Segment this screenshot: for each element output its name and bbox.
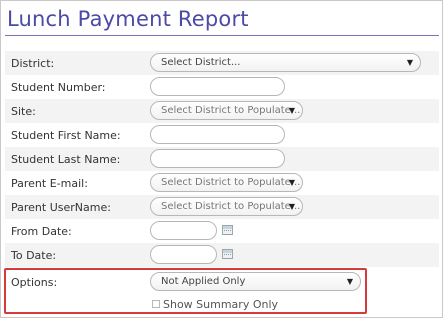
student-first-name-row: Student First Name: xyxy=(5,123,439,148)
site-select-value: Select District to Populate... xyxy=(161,105,301,116)
report-panel: Lunch Payment Report District: Select Di… xyxy=(0,0,443,318)
chevron-down-icon: ▼ xyxy=(288,106,295,115)
to-date-input[interactable] xyxy=(150,245,217,264)
to-date-row: To Date: xyxy=(5,243,439,268)
chevron-down-icon: ▼ xyxy=(288,202,295,211)
parent-username-select[interactable]: Select District to Populate... ▼ xyxy=(150,197,303,216)
parent-email-label: Parent E-mail: xyxy=(11,177,88,190)
parent-email-select[interactable]: Select District to Populate... ▼ xyxy=(150,173,303,192)
district-label: District: xyxy=(11,57,55,70)
student-first-name-label: Student First Name: xyxy=(11,129,121,142)
highlight-box xyxy=(4,268,367,314)
calendar-icon[interactable] xyxy=(222,249,233,259)
page-title: Lunch Payment Report xyxy=(7,7,249,31)
student-last-name-row: Student Last Name: xyxy=(5,147,439,172)
parent-email-row: Parent E-mail: Select District to Popula… xyxy=(5,171,439,196)
site-label: Site: xyxy=(11,105,36,118)
chevron-down-icon: ▼ xyxy=(288,178,295,187)
parent-username-select-value: Select District to Populate... xyxy=(161,201,301,212)
calendar-icon[interactable] xyxy=(222,225,233,235)
district-select[interactable]: Select District... ▼ xyxy=(150,53,421,72)
parent-username-row: Parent UserName: Select District to Popu… xyxy=(5,195,439,220)
student-last-name-input[interactable] xyxy=(150,149,285,168)
chevron-down-icon: ▼ xyxy=(406,58,413,67)
to-date-label: To Date: xyxy=(11,249,57,262)
from-date-label: From Date: xyxy=(11,225,72,238)
site-select[interactable]: Select District to Populate... ▼ xyxy=(150,101,303,120)
student-last-name-label: Student Last Name: xyxy=(11,153,121,166)
student-number-row: Student Number: xyxy=(5,75,439,100)
student-number-label: Student Number: xyxy=(11,81,106,94)
district-select-value: Select District... xyxy=(161,57,241,68)
site-row: Site: Select District to Populate... ▼ xyxy=(5,99,439,124)
student-first-name-input[interactable] xyxy=(150,125,285,144)
student-number-input[interactable] xyxy=(150,77,285,96)
title-divider xyxy=(5,35,439,36)
from-date-input[interactable] xyxy=(150,221,217,240)
parent-username-label: Parent UserName: xyxy=(11,201,111,214)
parent-email-select-value: Select District to Populate... xyxy=(161,177,301,188)
from-date-row: From Date: xyxy=(5,219,439,244)
district-row: District: Select District... ▼ xyxy=(5,51,439,76)
